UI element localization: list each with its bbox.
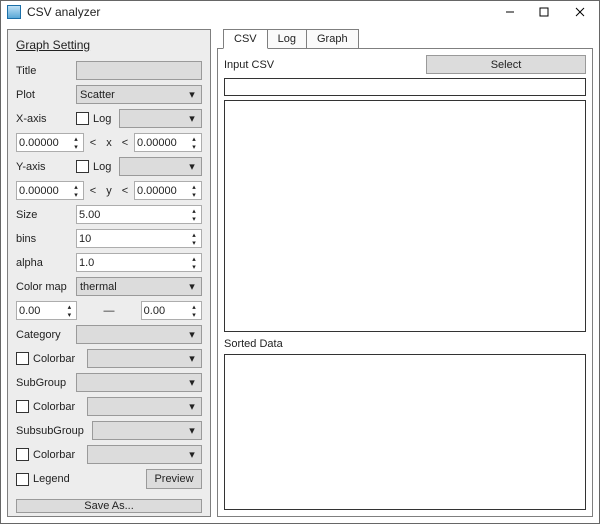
csv-tab-body: Input CSV Select Sorted Data (217, 48, 593, 517)
x-min-spinner[interactable]: 0.00000▴▾ (16, 133, 84, 152)
title-input[interactable] (76, 61, 202, 80)
lt-symbol: < (120, 137, 130, 149)
chevron-down-icon: ▾ (186, 328, 198, 341)
y-min-value: 0.00000 (19, 185, 70, 197)
colormap-label: Color map (16, 281, 72, 293)
panel-heading: Graph Setting (16, 38, 202, 52)
subgroup-colorbar-dropdown[interactable]: ▾ (87, 397, 202, 416)
size-value: 5.00 (79, 209, 188, 221)
save-as-button[interactable]: Save As... (16, 499, 202, 513)
chevron-down-icon: ▾ (186, 160, 198, 173)
colorbar-label: Colorbar (33, 449, 83, 461)
preview-button[interactable]: Preview (146, 469, 202, 489)
right-panel: CSV Log Graph Input CSV Select Sorted Da… (217, 29, 593, 517)
subgroup-label: SubGroup (16, 377, 72, 389)
cmap-min-spinner[interactable]: 0.00▴▾ (16, 301, 77, 320)
x-variable: x (102, 137, 116, 149)
bins-value: 10 (79, 233, 188, 245)
chevron-down-icon: ▾ (186, 88, 198, 101)
maximize-button[interactable] (527, 1, 561, 22)
bins-spinner[interactable]: 10▴▾ (76, 229, 202, 248)
size-spinner[interactable]: 5.00▴▾ (76, 205, 202, 224)
csv-path-input[interactable] (224, 78, 586, 96)
x-max-spinner[interactable]: 0.00000▴▾ (134, 133, 202, 152)
yaxis-field-dropdown[interactable]: ▾ (119, 157, 202, 176)
y-variable: y (102, 185, 116, 197)
tab-graph[interactable]: Graph (306, 29, 359, 48)
chevron-down-icon: ▾ (186, 376, 198, 389)
tabs: CSV Log Graph (217, 29, 593, 48)
alpha-spinner[interactable]: 1.0▴▾ (76, 253, 202, 272)
x-max-value: 0.00000 (137, 137, 188, 149)
bins-label: bins (16, 233, 72, 245)
x-min-value: 0.00000 (19, 137, 70, 149)
plot-label: Plot (16, 89, 72, 101)
category-label: Category (16, 329, 72, 341)
xaxis-label: X-axis (16, 113, 72, 125)
window-title: CSV analyzer (27, 5, 493, 19)
alpha-label: alpha (16, 257, 72, 269)
select-button[interactable]: Select (426, 55, 586, 74)
titlebar: CSV analyzer (1, 1, 599, 23)
cmap-max-spinner[interactable]: 0.00▴▾ (141, 301, 202, 320)
subsubgroup-label: SubsubGroup (16, 425, 88, 437)
minimize-button[interactable] (493, 1, 527, 22)
csv-data-area[interactable] (224, 100, 586, 332)
subgroup-dropdown[interactable]: ▾ (76, 373, 202, 392)
alpha-value: 1.0 (79, 257, 188, 269)
tab-log[interactable]: Log (267, 29, 307, 48)
plot-value: Scatter (80, 89, 186, 101)
title-label: Title (16, 65, 72, 77)
app-window: CSV analyzer Graph Setting Title Plot Sc… (0, 0, 600, 524)
legend-label: Legend (33, 473, 142, 485)
log-label-x: Log (93, 113, 115, 125)
graph-settings-panel: Graph Setting Title Plot Scatter ▾ X-axi… (7, 29, 211, 517)
chevron-down-icon: ▾ (186, 424, 198, 437)
log-label-y: Log (93, 161, 115, 173)
lt-symbol: < (88, 185, 98, 197)
range-dash: — (81, 305, 136, 317)
category-colorbar-checkbox[interactable] (16, 352, 29, 365)
colorbar-label: Colorbar (33, 401, 83, 413)
colormap-dropdown[interactable]: thermal▾ (76, 277, 202, 296)
yaxis-label: Y-axis (16, 161, 72, 173)
close-button[interactable] (561, 1, 599, 22)
yaxis-log-checkbox[interactable] (76, 160, 89, 173)
y-min-spinner[interactable]: 0.00000▴▾ (16, 181, 84, 200)
subsubgroup-colorbar-checkbox[interactable] (16, 448, 29, 461)
colormap-value: thermal (80, 281, 186, 293)
category-dropdown[interactable]: ▾ (76, 325, 202, 344)
chevron-down-icon: ▾ (186, 448, 198, 461)
lt-symbol: < (88, 137, 98, 149)
chevron-down-icon: ▾ (186, 352, 198, 365)
sorted-data-area[interactable] (224, 354, 586, 510)
category-colorbar-dropdown[interactable]: ▾ (87, 349, 202, 368)
cmap-min-value: 0.00 (19, 305, 63, 317)
input-csv-label: Input CSV (224, 59, 274, 71)
app-icon (7, 5, 21, 19)
subgroup-colorbar-checkbox[interactable] (16, 400, 29, 413)
xaxis-field-dropdown[interactable]: ▾ (119, 109, 202, 128)
y-max-value: 0.00000 (137, 185, 188, 197)
tab-csv[interactable]: CSV (223, 29, 268, 49)
cmap-max-value: 0.00 (144, 305, 188, 317)
sorted-data-label: Sorted Data (224, 338, 586, 350)
subsubgroup-dropdown[interactable]: ▾ (92, 421, 202, 440)
colorbar-label: Colorbar (33, 353, 83, 365)
xaxis-log-checkbox[interactable] (76, 112, 89, 125)
y-max-spinner[interactable]: 0.00000▴▾ (134, 181, 202, 200)
chevron-down-icon: ▾ (186, 400, 198, 413)
legend-checkbox[interactable] (16, 473, 29, 486)
subsubgroup-colorbar-dropdown[interactable]: ▾ (87, 445, 202, 464)
lt-symbol: < (120, 185, 130, 197)
plot-dropdown[interactable]: Scatter ▾ (76, 85, 202, 104)
chevron-down-icon: ▾ (186, 112, 198, 125)
size-label: Size (16, 209, 72, 221)
chevron-down-icon: ▾ (186, 280, 198, 293)
